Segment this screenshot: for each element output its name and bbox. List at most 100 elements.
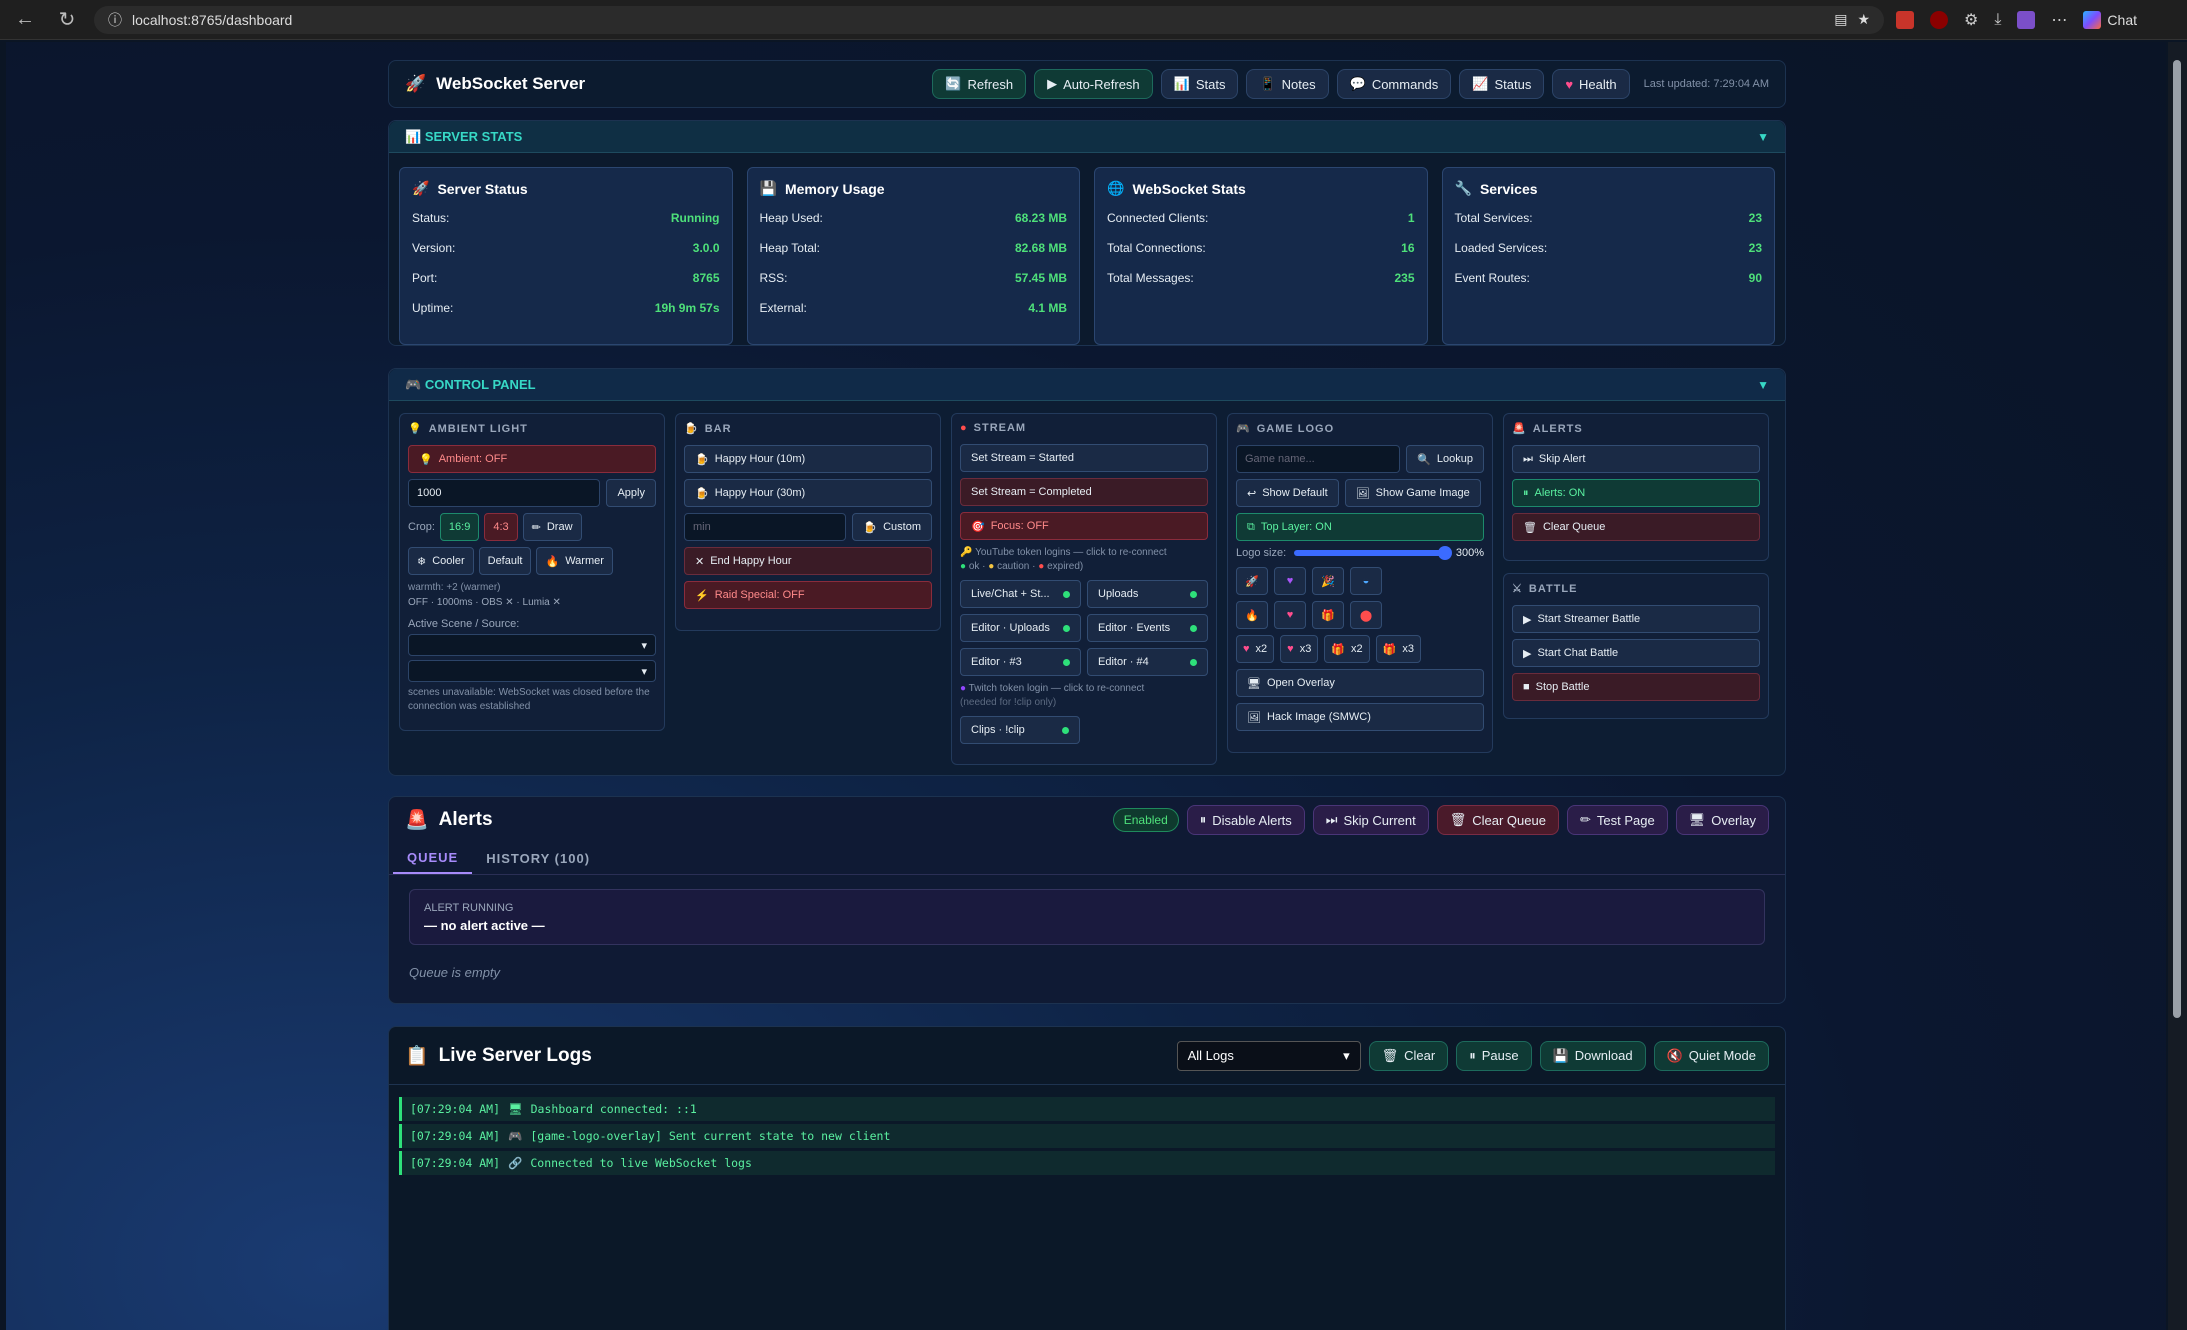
stream-completed-button[interactable]: Set Stream = Completed — [960, 478, 1208, 506]
open-overlay-button[interactable]: 🖥 Open Overlay — [1236, 669, 1484, 697]
memory-icon: 💾 — [759, 180, 777, 196]
party-effect-button[interactable]: 🎉 — [1312, 567, 1344, 595]
notes-button[interactable]: 📱 Notes — [1246, 69, 1329, 99]
raid-special-button[interactable]: ⚡ Raid Special: OFF — [684, 581, 932, 609]
reload-icon[interactable]: ↻ — [52, 7, 82, 32]
tab-history[interactable]: HISTORY (100) — [472, 843, 604, 874]
custom-happy-hour-button[interactable]: 🍺 Custom — [852, 513, 932, 541]
health-button[interactable]: ♥ Health — [1552, 69, 1630, 99]
clear-queue-button[interactable]: 🗑 Clear Queue — [1512, 513, 1760, 541]
hack-image-button[interactable]: 🖼 Hack Image (SMWC) — [1236, 703, 1484, 731]
test-page-button[interactable]: ✏ Test Page — [1566, 805, 1668, 835]
chat-button[interactable]: Chat — [2083, 10, 2137, 29]
pause-logs-button[interactable]: ⏸ Pause — [1456, 1040, 1532, 1071]
control-panel-header[interactable]: 🎮 CONTROL PANEL ▼ — [389, 369, 1785, 401]
back-icon[interactable]: ← — [10, 8, 40, 31]
top-layer-toggle-button[interactable]: ⧉ Top Layer: ON — [1236, 513, 1484, 541]
crop-4-3-button[interactable]: 4:3 — [484, 513, 518, 541]
address-bar[interactable]: ⓘ localhost:8765/dashboard ▤ ★ — [94, 5, 1884, 34]
ambient-toggle-button[interactable]: 💡 Ambient: OFF — [408, 445, 656, 473]
red-circle-effect-button[interactable]: ⬤ — [1350, 601, 1382, 629]
auto-refresh-button[interactable]: ▶ Auto-Refresh — [1034, 69, 1153, 99]
crop-16-9-button[interactable]: 16:9 — [439, 513, 480, 541]
fire-effect-button[interactable]: 🔥 — [1236, 601, 1268, 629]
token-clips-button[interactable]: Clips · !clip — [960, 716, 1080, 744]
status-dot-icon — [1190, 658, 1197, 666]
logs-title: Live Server Logs — [438, 1044, 592, 1066]
info-icon[interactable]: ⓘ — [108, 10, 122, 30]
skip-alert-button[interactable]: ⏭ Skip Alert — [1512, 445, 1760, 473]
token-uploads-button[interactable]: Uploads — [1087, 580, 1208, 608]
heart-x3-button[interactable]: ♥ x3 — [1280, 635, 1319, 663]
collapse-icon[interactable]: ▼ — [1757, 130, 1769, 144]
stream-started-button[interactable]: Set Stream = Started — [960, 444, 1208, 472]
rocket-effect-button[interactable]: 🚀 — [1236, 567, 1268, 595]
tab-queue[interactable]: QUEUE — [393, 843, 473, 874]
happy-hour-30m-button[interactable]: 🍺 Happy Hour (30m) — [684, 479, 932, 507]
start-chat-battle-button[interactable]: ▶ Start Chat Battle — [1512, 639, 1760, 667]
lookup-button[interactable]: 🔍 Lookup — [1406, 445, 1484, 473]
disable-alerts-button[interactable]: ⏸ Disable Alerts — [1186, 805, 1305, 835]
commands-button[interactable]: 💬 Commands — [1336, 69, 1452, 99]
stats-button[interactable]: 📊 Stats — [1160, 69, 1239, 99]
stat-row: Connected Clients: 1 — [1107, 211, 1415, 225]
skip-current-button[interactable]: ⏭ Skip Current — [1312, 805, 1429, 835]
bar-panel: 🍺 BAR 🍺 Happy Hour (10m) 🍺 Happy Hour (30m)… — [675, 413, 941, 631]
purple-heart-effect-button[interactable]: ♥ — [1274, 567, 1306, 595]
log-filter-select[interactable]: All Logs ▾ — [1176, 1040, 1361, 1071]
scrollbar[interactable] — [2168, 42, 2187, 1330]
star-icon[interactable]: ★ — [1857, 11, 1870, 28]
ublock-icon[interactable] — [1930, 10, 1948, 29]
gift-x3-button[interactable]: 🎁 x3 — [1375, 635, 1421, 663]
puzzle-icon[interactable]: ⚙ — [1964, 10, 1978, 30]
download-icon[interactable]: ⤓ — [1994, 11, 2001, 29]
apply-button[interactable]: Apply — [606, 479, 656, 507]
profile-icon[interactable] — [2017, 10, 2036, 29]
token-live-chat-button[interactable]: Live/Chat + St... — [960, 580, 1081, 608]
gift-x2-button[interactable]: 🎁 x2 — [1324, 635, 1370, 663]
clear-logs-button[interactable]: 🗑 Clear — [1368, 1040, 1449, 1071]
server-stats-header[interactable]: 📊 SERVER STATS ▼ — [389, 121, 1785, 153]
heart-effect-button[interactable]: ♥ — [1274, 601, 1306, 629]
collapse-icon[interactable]: ▼ — [1757, 378, 1769, 392]
gift-effect-button[interactable]: 🎁 — [1312, 601, 1344, 629]
overlay-button[interactable]: 🖥 Overlay — [1675, 805, 1769, 835]
custom-minutes-input[interactable]: min — [684, 513, 847, 541]
reader-icon[interactable]: ▤ — [1834, 11, 1847, 28]
clear-alert-queue-button[interactable]: 🗑 Clear Queue — [1436, 805, 1559, 835]
menu-icon[interactable]: ⋯ — [2051, 10, 2067, 30]
default-warmth-button[interactable]: Default — [478, 547, 532, 575]
token-editor-events-button[interactable]: Editor · Events — [1087, 614, 1208, 642]
warmer-button[interactable]: 🔥 Warmer — [536, 547, 613, 575]
end-happy-hour-button[interactable]: ✕ End Happy Hour — [684, 547, 932, 575]
logo-size-slider[interactable] — [1294, 546, 1452, 560]
alerts-toggle-button[interactable]: ⏸ Alerts: ON — [1512, 479, 1760, 507]
happy-hour-10m-button[interactable]: 🍺 Happy Hour (10m) — [684, 445, 932, 473]
image-icon: 🖼 — [1247, 711, 1261, 724]
token-editor-3-button[interactable]: Editor · #3 — [960, 648, 1081, 676]
quiet-mode-button[interactable]: 🔇 Quiet Mode — [1653, 1040, 1769, 1071]
status-button[interactable]: 📈 Status — [1459, 69, 1545, 99]
show-default-button[interactable]: ↩ Show Default — [1236, 479, 1339, 507]
stop-battle-button[interactable]: ■ Stop Battle — [1512, 673, 1760, 701]
source-select[interactable]: ▾ — [408, 660, 656, 682]
show-game-image-button[interactable]: 🖼 Show Game Image — [1344, 479, 1481, 507]
interval-input[interactable]: 1000 — [408, 479, 601, 507]
refresh-icon: 🔄 — [945, 76, 962, 91]
slider-thumb[interactable] — [1437, 546, 1452, 560]
draw-button[interactable]: ✏ Draw — [522, 513, 582, 541]
refresh-button[interactable]: 🔄 Refresh — [932, 69, 1027, 99]
token-editor-4-button[interactable]: Editor · #4 — [1087, 648, 1208, 676]
wave-effect-button[interactable]: ◒ — [1350, 567, 1382, 595]
cooler-button[interactable]: ❄ Cooler — [408, 547, 474, 575]
extension-icon[interactable] — [1896, 10, 1914, 29]
heart-x2-button[interactable]: ♥ x2 — [1236, 635, 1275, 663]
scrollbar-thumb[interactable] — [2173, 60, 2181, 1018]
focus-toggle-button[interactable]: 🎯 Focus: OFF — [960, 512, 1208, 540]
scene-select[interactable]: ▾ — [408, 634, 656, 656]
alert-running-box: ALERT RUNNING — no alert active — — [409, 889, 1765, 945]
token-editor-uploads-button[interactable]: Editor · Uploads — [960, 614, 1081, 642]
start-streamer-battle-button[interactable]: ▶ Start Streamer Battle — [1512, 605, 1760, 633]
game-name-input[interactable]: Game name... — [1236, 445, 1401, 473]
download-logs-button[interactable]: 💾 Download — [1539, 1040, 1646, 1071]
